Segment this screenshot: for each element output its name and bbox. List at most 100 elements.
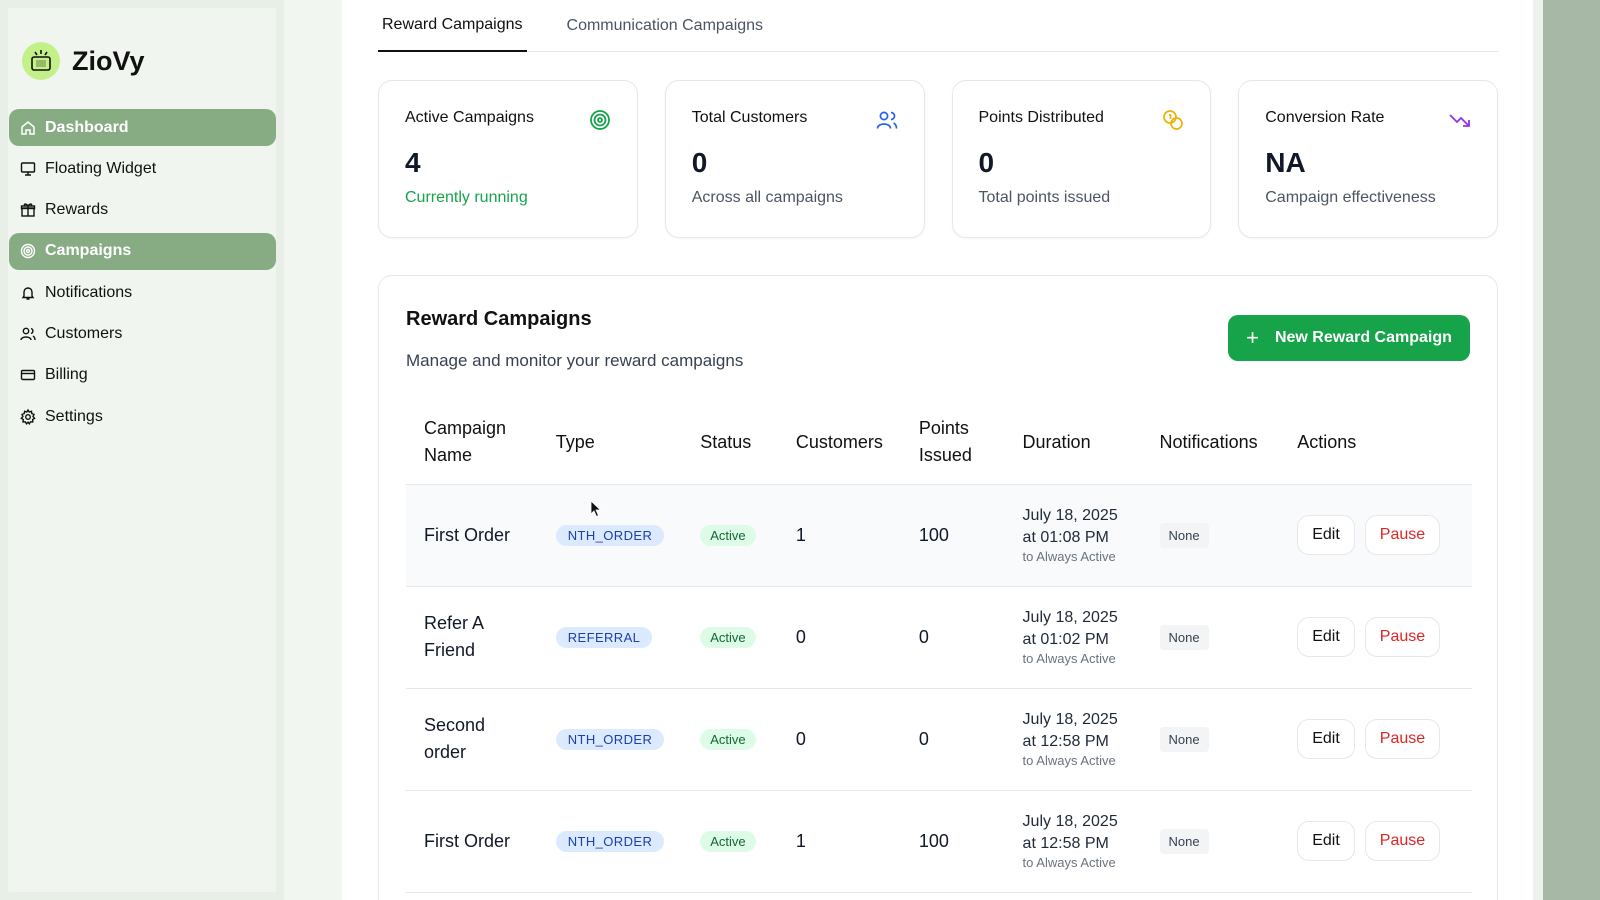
stats-row: Active Campaigns 4 Currently running Tot… [378,80,1498,238]
table-row[interactable]: First Order NTH_ORDER Active 1 100 July … [406,484,1472,587]
right-edge-strip [1533,0,1543,900]
duration: July 18, 2025 at 12:58 PM to Always Acti… [1004,790,1142,893]
stat-subtext: Total points issued [978,189,1111,206]
column-header-campaign-name[interactable]: Campaign Name [406,401,538,485]
edit-button[interactable]: Edit [1297,821,1355,861]
plus-icon: + [1246,325,1259,350]
gift-icon [19,201,37,219]
notifications-badge: None [1159,726,1209,752]
duration: July 18, 2025 at 12:58 PM to Always Acti… [1004,688,1142,791]
sidebar-item-settings[interactable]: Settings [9,398,276,435]
stat-subtext: Currently running [405,189,528,206]
sidebar-item-label: Floating Widget [45,159,157,177]
home-icon [19,119,37,137]
target-icon [589,109,611,131]
stat-label: Conversion Rate [1265,109,1385,126]
column-header-duration[interactable]: Duration [1004,401,1142,485]
main-panel: Reward Campaigns Communication Campaigns… [342,0,1533,900]
sidebar-item-customers[interactable]: Customers [9,315,276,352]
users-icon [876,109,898,131]
status-badge: Active [700,729,756,750]
status-badge: Active [700,831,756,852]
campaign-tabs: Reward Campaigns Communication Campaigns [378,0,1498,52]
stat-value: 4 [405,147,421,178]
column-header-type[interactable]: Type [537,401,683,485]
type-badge: NTH_ORDER [555,831,665,852]
customers-count: 1 [777,790,901,893]
customers-count: 0 [777,586,901,689]
column-header-customers[interactable]: Customers [777,401,901,485]
notifications-badge: None [1159,624,1209,650]
type-badge: NTH_ORDER [555,525,665,546]
sidebar-background: ZioVy Dashboard Floating Widget Rewards [0,0,284,900]
campaign-name: First Order [406,790,538,893]
stat-value: 0 [978,147,995,178]
table-row[interactable]: Second order NTH_ORDER Active 0 0 July 18… [406,688,1472,791]
pause-button[interactable]: Pause [1364,719,1441,759]
sidebar-item-label: Customers [45,324,123,342]
new-reward-campaign-button[interactable]: + New Reward Campaign [1228,315,1470,361]
stat-label: Points Distributed [978,109,1104,126]
bell-icon [19,284,37,302]
sidebar-item-label: Settings [45,407,103,425]
brand-logo-icon [22,42,60,80]
target-icon [19,242,37,260]
column-header-actions: Actions [1279,401,1472,485]
tab-communication-campaigns[interactable]: Communication Campaigns [563,0,768,52]
status-badge: Active [700,627,756,648]
column-header-status[interactable]: Status [682,401,778,485]
table-row[interactable]: First Order NTH_ORDER Active 1 100 July … [406,790,1472,893]
stat-card-conversion-rate: Conversion Rate NA Campaign effectivenes… [1238,80,1498,238]
tab-reward-campaigns[interactable]: Reward Campaigns [378,0,527,52]
sidebar-item-label: Rewards [45,201,109,219]
stat-subtext: Campaign effectiveness [1265,189,1436,206]
sidebar-item-dashboard[interactable]: Dashboard [9,109,276,146]
pause-button[interactable]: Pause [1364,515,1441,555]
stat-card-total-customers: Total Customers 0 Across all campaigns [664,80,925,238]
points-issued: 0 [900,688,1005,791]
points-issued: 100 [900,790,1005,893]
pause-button[interactable]: Pause [1364,821,1441,861]
points-issued: 0 [900,586,1005,689]
type-badge: NTH_ORDER [555,729,665,750]
column-header-notifications[interactable]: Notifications [1141,401,1280,485]
mouse-pointer-icon [590,500,602,518]
stat-label: Total Customers [691,109,808,126]
sidebar-item-billing[interactable]: Billing [9,357,276,394]
sidebar-item-label: Dashboard [45,118,129,136]
stat-subtext: Across all campaigns [691,189,843,206]
customers-count: 1 [777,484,901,587]
content-gutter [284,0,342,900]
reward-campaigns-card: Reward Campaigns Manage and monitor your… [378,275,1498,900]
sidebar-item-label: Billing [45,366,88,384]
brand-name: ZioVy [72,45,145,76]
edit-button[interactable]: Edit [1297,617,1355,657]
gear-icon [19,408,37,426]
notifications-badge: None [1159,522,1209,548]
brand[interactable]: ZioVy [22,40,145,82]
campaign-name: Second order [406,688,538,791]
campaign-name: Refer A Friend [406,586,538,689]
credit-card-icon [19,366,37,384]
stat-value: NA [1265,147,1306,178]
sidebar-item-notifications[interactable]: Notifications [9,274,276,311]
stat-card-active-campaigns: Active Campaigns 4 Currently running [378,80,638,238]
pause-button[interactable]: Pause [1364,617,1441,657]
sidebar-item-rewards[interactable]: Rewards [9,192,276,229]
sidebar-item-label: Campaigns [45,242,132,260]
campaign-name: First Order [406,484,538,587]
edit-button[interactable]: Edit [1297,515,1355,555]
sidebar-item-floating-widget[interactable]: Floating Widget [9,150,276,187]
section-title: Reward Campaigns [406,308,592,330]
sidebar-item-campaigns[interactable]: Campaigns [9,232,276,270]
table-row[interactable]: Refer A Friend REFERRAL Active 0 0 July 1… [406,586,1472,689]
stat-value: 0 [691,147,708,178]
sidebar-item-label: Notifications [45,283,133,301]
stat-card-points-distributed: Points Distributed 0 Total points issued [951,80,1212,238]
section-description: Manage and monitor your reward campaigns [406,351,744,370]
stat-label: Active Campaigns [405,109,534,126]
edit-button[interactable]: Edit [1297,719,1355,759]
sidebar: ZioVy Dashboard Floating Widget Rewards [8,8,276,892]
notifications-badge: None [1159,828,1209,854]
column-header-points-issued[interactable]: Points Issued [900,401,1005,485]
